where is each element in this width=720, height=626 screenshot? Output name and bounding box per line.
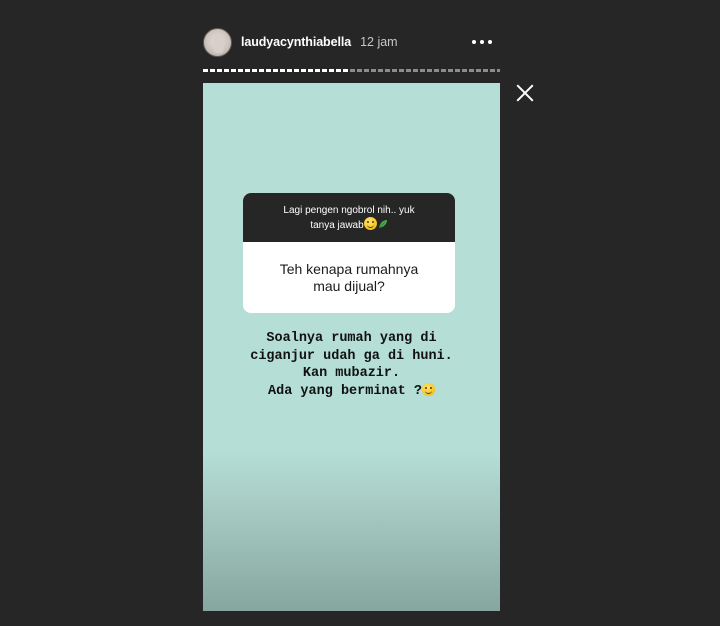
close-button[interactable] bbox=[514, 82, 536, 104]
reply-line: ciganjur udah ga di huni. bbox=[250, 348, 453, 364]
question-answer-line: Teh kenapa rumahnya bbox=[279, 260, 419, 277]
story-reply-text: Soalnya rumah yang di ciganjur udah ga d… bbox=[203, 330, 500, 400]
story-header: laudyacynthiabella 12 jam bbox=[203, 27, 500, 57]
more-options-button[interactable] bbox=[472, 33, 492, 51]
username[interactable]: laudyacynthiabella bbox=[241, 35, 351, 49]
leaf-icon bbox=[378, 219, 387, 228]
grinning-face-icon bbox=[421, 382, 435, 396]
avatar[interactable] bbox=[203, 27, 232, 57]
grinning-face-icon bbox=[363, 216, 377, 230]
more-horizontal-icon bbox=[472, 40, 476, 44]
reply-line: Soalnya rumah yang di bbox=[266, 331, 437, 346]
time-ago: 12 jam bbox=[360, 35, 398, 49]
question-sticker: Lagi pengen ngobrol nih.. yuk tanya jawa… bbox=[243, 193, 455, 313]
question-answer-line: mau dijual? bbox=[313, 277, 385, 294]
reply-line: Kan mubazir. bbox=[302, 366, 401, 381]
question-prompt-line: Lagi pengen ngobrol nih.. yuk bbox=[283, 204, 415, 216]
story-content[interactable]: Lagi pengen ngobrol nih.. yuk tanya jawa… bbox=[203, 83, 500, 611]
story-progress-fill bbox=[203, 69, 349, 72]
question-answer: Teh kenapa rumahnya mau dijual? bbox=[243, 242, 455, 313]
question-prompt-line: tanya jawab bbox=[310, 219, 364, 231]
story-progress-bar bbox=[203, 69, 500, 72]
question-prompt: Lagi pengen ngobrol nih.. yuk tanya jawa… bbox=[243, 193, 455, 242]
reply-line: Ada yang berminat ? bbox=[268, 383, 422, 399]
story-viewer: laudyacynthiabella 12 jam Lagi pengen ng… bbox=[0, 0, 720, 626]
